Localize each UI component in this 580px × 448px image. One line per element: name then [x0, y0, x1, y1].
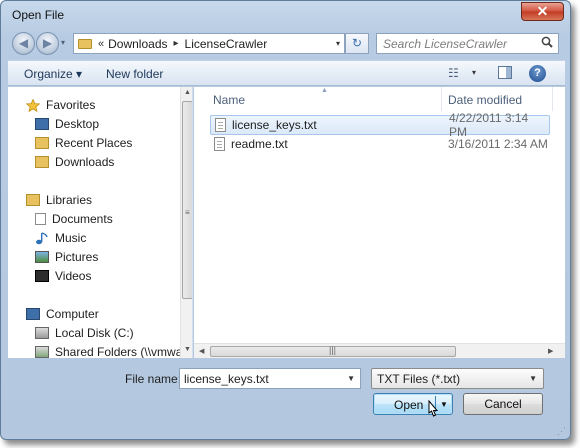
- file-row-readme[interactable]: readme.txt 3/16/2011 2:34 AM: [210, 134, 550, 154]
- column-divider[interactable]: [441, 87, 442, 111]
- sidebar-item-computer[interactable]: Computer: [26, 305, 99, 323]
- scroll-left-icon[interactable]: ◀: [199, 347, 204, 355]
- file-name-label: File name:: [125, 372, 182, 386]
- refresh-button[interactable]: ↻: [345, 33, 369, 54]
- sidebar-item-local-disk[interactable]: Local Disk (C:): [35, 324, 134, 342]
- downloads-folder-icon: [35, 156, 49, 168]
- folder-icon: [78, 38, 92, 49]
- forward-button[interactable]: ▶: [36, 32, 59, 55]
- documents-icon: [35, 213, 46, 225]
- mouse-pointer-icon: [428, 400, 439, 417]
- search-icon[interactable]: [541, 36, 553, 51]
- libraries-icon: [26, 194, 40, 206]
- organize-button[interactable]: Organize ▾: [24, 67, 82, 81]
- navigation-scrollbar[interactable]: ▲ ≡ ▼: [180, 87, 192, 358]
- computer-icon: [26, 308, 40, 320]
- cancel-button[interactable]: Cancel: [463, 393, 543, 415]
- breadcrumb-downloads[interactable]: Downloads: [108, 37, 167, 51]
- text-file-icon: [214, 137, 225, 151]
- back-button[interactable]: ◀: [12, 32, 35, 55]
- change-view-icon[interactable]: ☷: [448, 66, 459, 80]
- file-type-value: TXT Files (*.txt): [377, 371, 461, 386]
- sidebar-label: Favorites: [46, 98, 96, 112]
- address-bar[interactable]: « Downloads ▸ LicenseCrawler ▾: [73, 33, 345, 54]
- sidebar-label: Downloads: [55, 155, 115, 169]
- sidebar-label: Videos: [55, 269, 92, 283]
- sidebar-item-documents[interactable]: Documents: [35, 210, 113, 228]
- window-title: Open File: [12, 8, 65, 22]
- hard-drive-icon: [35, 327, 49, 339]
- resize-grip-icon[interactable]: ⋰: [557, 426, 567, 436]
- sidebar-item-shared-folders[interactable]: Shared Folders (\\vmware-: [35, 343, 193, 358]
- sidebar-item-videos[interactable]: Videos: [35, 267, 91, 285]
- videos-icon: [35, 270, 49, 282]
- column-divider[interactable]: [552, 87, 553, 111]
- sidebar-item-downloads[interactable]: Downloads: [35, 153, 114, 171]
- column-header-date-modified[interactable]: Date modified: [448, 93, 522, 107]
- file-row-license-keys[interactable]: license_keys.txt 4/22/2011 3:14 PM: [210, 111, 550, 139]
- open-button-label: Open: [394, 398, 424, 412]
- help-button[interactable]: ?: [529, 65, 546, 82]
- sidebar-label: Computer: [46, 307, 99, 321]
- sidebar-label: Local Disk (C:): [55, 326, 134, 340]
- breadcrumb-licensecrawler[interactable]: LicenseCrawler: [185, 37, 268, 51]
- open-file-dialog: Open File ✕ ◀ ▶ ▾ « Downloads ▸ LicenseC…: [0, 0, 571, 440]
- sidebar-label: Pictures: [55, 250, 99, 264]
- open-button[interactable]: Open ▼: [373, 393, 453, 415]
- breadcrumb-overflow[interactable]: «: [98, 38, 104, 50]
- network-drive-icon: [35, 346, 49, 358]
- sidebar-item-pictures[interactable]: Pictures: [35, 248, 98, 266]
- sort-ascending-icon: ▲: [321, 87, 328, 94]
- sidebar-label: Music: [55, 231, 87, 245]
- command-bar: Organize ▾ New folder ☷ ▾ ?: [8, 60, 565, 86]
- view-options-dropdown[interactable]: ▾: [472, 68, 476, 77]
- sidebar-label: Libraries: [46, 193, 93, 207]
- address-dropdown-icon[interactable]: ▾: [336, 39, 340, 48]
- text-file-icon: [215, 118, 226, 132]
- scrollbar-thumb[interactable]: ≡: [182, 101, 192, 299]
- breadcrumb-separator-icon[interactable]: ▸: [174, 38, 179, 49]
- sidebar-label: Recent Places: [55, 136, 133, 150]
- horizontal-scrollbar[interactable]: ◀ ||| ▶: [194, 343, 565, 358]
- pictures-icon: [35, 251, 49, 263]
- sidebar-label: Shared Folders (\\vmware-: [55, 345, 193, 358]
- sidebar-label: Desktop: [55, 117, 100, 131]
- sidebar-item-desktop[interactable]: Desktop: [35, 115, 99, 133]
- chevron-down-icon[interactable]: ▼: [347, 374, 355, 383]
- search-box[interactable]: [376, 33, 559, 54]
- chevron-down-icon[interactable]: ▼: [529, 374, 537, 383]
- recent-locations-dropdown[interactable]: ▾: [61, 38, 65, 47]
- desktop-icon: [35, 118, 49, 130]
- file-list: ▲ Name Date modified license_keys.txt 4/…: [194, 87, 565, 358]
- scroll-down-icon[interactable]: ▼: [184, 346, 191, 353]
- sidebar-item-libraries[interactable]: Libraries: [26, 191, 92, 209]
- sidebar-label: Documents: [52, 212, 113, 226]
- sidebar-item-favorites[interactable]: Favorites: [25, 96, 96, 114]
- recent-places-icon: [35, 137, 49, 149]
- title-bar[interactable]: Open File ✕: [1, 1, 570, 29]
- file-name: license_keys.txt: [232, 118, 317, 132]
- sidebar-item-music[interactable]: Music: [35, 229, 86, 247]
- sidebar-item-recent-places[interactable]: Recent Places: [35, 134, 132, 152]
- file-name: readme.txt: [231, 137, 288, 151]
- search-input[interactable]: [377, 36, 537, 51]
- scroll-right-icon[interactable]: ▶: [548, 347, 553, 355]
- scrollbar-thumb[interactable]: |||: [210, 345, 456, 357]
- file-date: 3/16/2011 2:34 AM: [448, 137, 548, 151]
- music-icon: [35, 232, 49, 245]
- star-icon: [25, 98, 41, 113]
- open-options-dropdown-icon[interactable]: ▼: [440, 400, 448, 409]
- new-folder-button[interactable]: New folder: [106, 67, 163, 81]
- column-header-name[interactable]: Name: [213, 93, 245, 107]
- file-type-select[interactable]: TXT Files (*.txt) ▼: [371, 368, 544, 389]
- file-name-input[interactable]: [180, 371, 340, 386]
- close-button[interactable]: ✕: [521, 2, 564, 21]
- preview-pane-icon[interactable]: [498, 66, 512, 79]
- scroll-up-icon[interactable]: ▲: [184, 89, 191, 96]
- navigation-pane: Favorites Desktop Recent Places Download…: [8, 87, 193, 358]
- file-name-combobox[interactable]: ▼: [179, 368, 361, 389]
